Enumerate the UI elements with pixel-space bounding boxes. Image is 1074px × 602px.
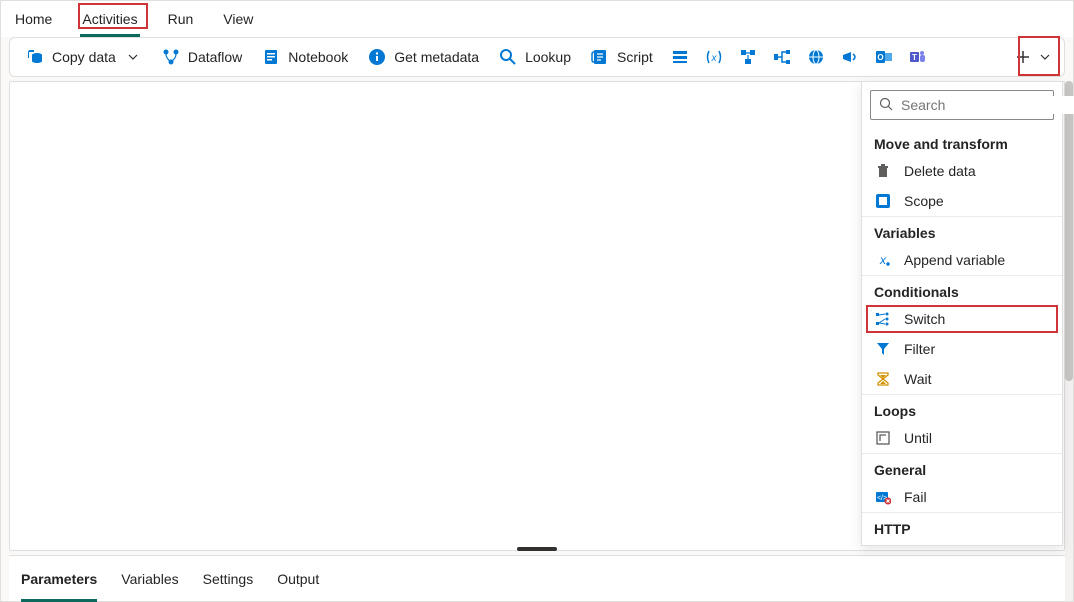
svg-text:O: O (877, 53, 883, 62)
toolbar-activity-7[interactable]: O (867, 41, 901, 73)
add-activity-button[interactable] (1006, 41, 1058, 73)
btab-output[interactable]: Output (277, 563, 319, 595)
plus-icon (1014, 48, 1032, 66)
section-conditionals: Conditionals (862, 275, 1062, 304)
section-http: HTTP (862, 512, 1062, 541)
toolbar-activity-3[interactable] (731, 41, 765, 73)
switch-icon (874, 310, 892, 328)
script-icon (591, 48, 609, 66)
svg-text:x: x (710, 53, 717, 64)
search-icon (499, 48, 517, 66)
append-variable-icon: x (874, 251, 892, 269)
vertical-scrollbar[interactable] (1065, 81, 1073, 601)
globe-icon (807, 48, 825, 66)
toolbar-activity-1[interactable] (663, 41, 697, 73)
copy-data-label: Copy data (52, 49, 116, 65)
toolbar-activity-6[interactable] (833, 41, 867, 73)
search-input[interactable] (899, 96, 1074, 114)
search-input-wrapper[interactable] (870, 90, 1054, 120)
list-icon (671, 48, 689, 66)
scope-icon (874, 192, 892, 210)
btab-variables[interactable]: Variables (121, 563, 178, 595)
megaphone-icon (841, 48, 859, 66)
tab-activities[interactable]: Activities (80, 1, 139, 37)
fail-icon: </> (874, 488, 892, 506)
pipeline-icon (739, 48, 757, 66)
item-filter[interactable]: Filter (862, 334, 1062, 364)
item-append-variable-label: Append variable (904, 252, 1005, 268)
item-wait[interactable]: Wait (862, 364, 1062, 394)
tab-home[interactable]: Home (13, 1, 54, 37)
branch-icon (773, 48, 791, 66)
search-icon (879, 97, 893, 114)
item-switch[interactable]: Switch (862, 304, 1062, 334)
trash-icon (874, 162, 892, 180)
chevron-down-icon (124, 48, 142, 66)
notebook-button[interactable]: Notebook (252, 41, 358, 73)
item-filter-label: Filter (904, 341, 935, 357)
item-wait-label: Wait (904, 371, 931, 387)
toolbar-activity-5[interactable] (799, 41, 833, 73)
item-append-variable[interactable]: x Append variable (862, 245, 1062, 275)
toolbar-activity-2[interactable]: x (697, 41, 731, 73)
toolbar-activity-4[interactable] (765, 41, 799, 73)
btab-settings[interactable]: Settings (203, 563, 254, 595)
section-loops: Loops (862, 394, 1062, 423)
activities-toolbar: Copy data Dataflow Notebook Get metadata (9, 37, 1065, 77)
bottom-tabs: Parameters Variables Settings Output (9, 555, 1065, 601)
lookup-button[interactable]: Lookup (489, 41, 581, 73)
dataflow-button[interactable]: Dataflow (152, 41, 252, 73)
lookup-label: Lookup (525, 49, 571, 65)
btab-parameters[interactable]: Parameters (21, 563, 97, 595)
section-move-transform: Move and transform (862, 128, 1062, 156)
item-delete-data[interactable]: Delete data (862, 156, 1062, 186)
info-icon (368, 48, 386, 66)
main-tabs: Home Activities Run View (1, 1, 1073, 37)
highlight-switch (866, 305, 1058, 333)
section-general: General (862, 453, 1062, 482)
dataflow-icon (162, 48, 180, 66)
item-scope[interactable]: Scope (862, 186, 1062, 216)
svg-text:x: x (879, 253, 887, 267)
section-variables: Variables (862, 216, 1062, 245)
item-until[interactable]: Until (862, 423, 1062, 453)
activities-dropdown: Move and transform Delete data Scope Var… (861, 81, 1063, 546)
copy-data-icon (26, 48, 44, 66)
item-delete-data-label: Delete data (904, 163, 976, 179)
teams-icon: T (909, 48, 927, 66)
item-fail[interactable]: </> Fail (862, 482, 1062, 512)
item-until-label: Until (904, 430, 932, 446)
tab-view[interactable]: View (221, 1, 255, 37)
chevron-down-icon (1040, 48, 1050, 66)
scrollbar-thumb[interactable] (1065, 81, 1073, 381)
item-fail-label: Fail (904, 489, 927, 505)
variable-icon: x (705, 48, 723, 66)
outlook-icon: O (875, 48, 893, 66)
until-icon (874, 429, 892, 447)
notebook-label: Notebook (288, 49, 348, 65)
filter-icon (874, 340, 892, 358)
get-metadata-button[interactable]: Get metadata (358, 41, 489, 73)
hourglass-icon (874, 370, 892, 388)
item-scope-label: Scope (904, 193, 944, 209)
script-button[interactable]: Script (581, 41, 663, 73)
tab-run[interactable]: Run (166, 1, 196, 37)
svg-text:T: T (912, 53, 917, 62)
notebook-icon (262, 48, 280, 66)
panel-resize-handle[interactable] (517, 547, 557, 551)
script-label: Script (617, 49, 653, 65)
dataflow-label: Dataflow (188, 49, 242, 65)
item-switch-label: Switch (904, 311, 945, 327)
copy-data-button[interactable]: Copy data (16, 41, 152, 73)
get-metadata-label: Get metadata (394, 49, 479, 65)
toolbar-activity-8[interactable]: T (901, 41, 935, 73)
app-window: Home Activities Run View Copy data Dataf… (0, 0, 1074, 602)
